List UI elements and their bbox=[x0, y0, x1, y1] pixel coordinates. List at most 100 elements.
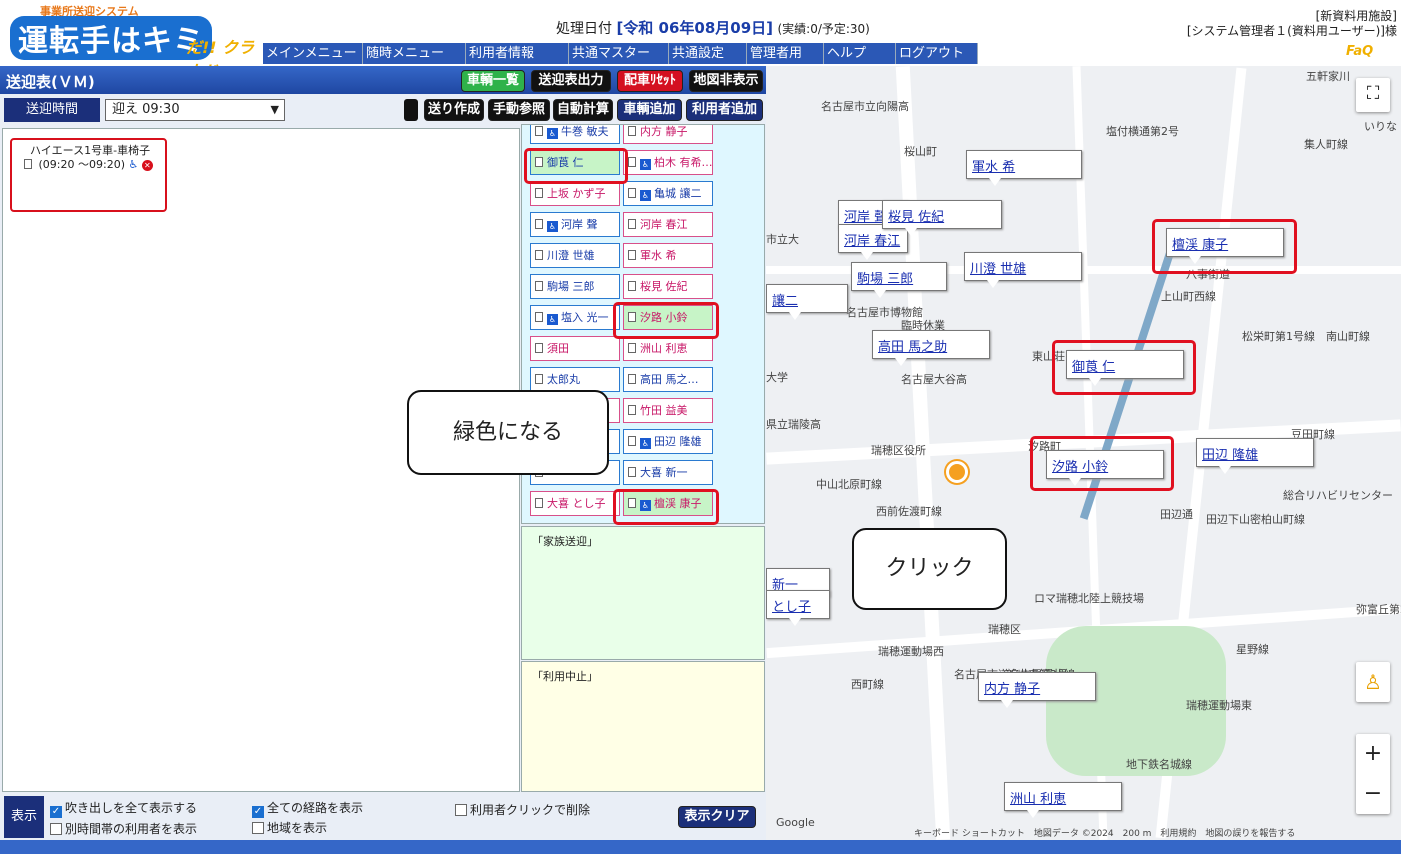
doc-icon bbox=[628, 126, 636, 136]
zoom-out-button[interactable]: − bbox=[1356, 774, 1390, 814]
delete-icon[interactable]: ✕ bbox=[141, 160, 153, 171]
doc-icon bbox=[628, 219, 636, 229]
user-cell[interactable]: 太郎丸 bbox=[530, 367, 620, 392]
highlight-user-dankei bbox=[613, 489, 719, 525]
cancel-section: 「利用中止」 bbox=[521, 661, 765, 792]
manual-ref-button[interactable]: 手動参照 bbox=[488, 99, 550, 121]
user-cell[interactable]: 須田 bbox=[530, 336, 620, 361]
doc-icon bbox=[535, 219, 543, 229]
user-cell[interactable]: 大喜 とし子 bbox=[530, 491, 620, 516]
menu-adhoc[interactable]: 随時メニュー bbox=[363, 43, 466, 64]
user-cell[interactable]: ♿ 田辺 隆雄 bbox=[623, 429, 713, 454]
cb-show-region-label: 地域を表示 bbox=[267, 821, 328, 835]
user-cell[interactable]: ♿ 亀城 讓二 bbox=[623, 181, 713, 206]
map-user-bubble[interactable]: 駒場 三郎 bbox=[851, 262, 947, 298]
menu-common-settings[interactable]: 共通設定 bbox=[669, 43, 747, 64]
user-cell[interactable]: 洲山 利恵 bbox=[623, 336, 713, 361]
user-cell[interactable]: 軍水 希 bbox=[623, 243, 713, 268]
check-icon[interactable]: ✓ bbox=[252, 806, 264, 818]
map-label: 市立大 bbox=[766, 233, 799, 246]
map-highlight-mikaya bbox=[1052, 340, 1196, 395]
user-cell[interactable]: 大喜 新一 bbox=[623, 460, 713, 485]
user-cell[interactable]: ♿ 牛巻 敏夫 bbox=[530, 125, 620, 144]
doc-icon bbox=[628, 374, 636, 384]
menu-admin[interactable]: 管理者用 bbox=[747, 43, 824, 64]
create-return-button[interactable]: 送り作成 bbox=[424, 99, 484, 121]
map-user-bubble[interactable]: 桜見 佐紀 bbox=[882, 200, 1002, 236]
cb-show-region[interactable]: 地域を表示 bbox=[252, 819, 327, 836]
hide-map-button[interactable]: 地図非表示 bbox=[689, 70, 763, 92]
user-cell[interactable]: ♿ 河岸 聲 bbox=[530, 212, 620, 237]
faq-icon[interactable]: FaQ bbox=[1346, 44, 1373, 59]
black-button[interactable] bbox=[404, 99, 418, 121]
user-cell[interactable]: 上坂 かず子 bbox=[530, 181, 620, 206]
fullscreen-icon[interactable]: ⛶ bbox=[1356, 78, 1390, 112]
cb-click-delete[interactable]: 利用者クリックで削除 bbox=[455, 801, 590, 818]
map-user-bubble[interactable]: 川澄 世雄 bbox=[964, 252, 1082, 288]
vehicle-card[interactable]: ハイエース1号車-車椅子 (09:20 ～09:20) ♿ ✕ bbox=[10, 138, 167, 212]
doc-icon bbox=[628, 281, 636, 291]
menu-common-master[interactable]: 共通マスター bbox=[569, 43, 669, 64]
user-cell[interactable]: 竹田 益美 bbox=[623, 398, 713, 423]
wheelchair-icon: ♿ bbox=[640, 190, 651, 201]
map-label: 松栄町第1号線 bbox=[1242, 330, 1315, 343]
zoom-in-button[interactable]: + bbox=[1356, 734, 1390, 774]
doc-icon bbox=[535, 281, 543, 291]
streetview-icon[interactable]: ♙ bbox=[1356, 662, 1390, 702]
doc-icon bbox=[628, 436, 636, 446]
cb-show-bubbles[interactable]: ✓ 吹き出しを全て表示する bbox=[50, 799, 197, 818]
user-cell[interactable]: 川澄 世雄 bbox=[530, 243, 620, 268]
vehicle-list-button[interactable]: 車輌一覧 bbox=[461, 70, 525, 92]
user-cell[interactable]: 高田 馬之… bbox=[623, 367, 713, 392]
map-user-bubble[interactable]: 軍水 希 bbox=[966, 150, 1082, 186]
cb-other-time[interactable]: 別時間帯の利用者を表示 bbox=[50, 820, 197, 837]
cb-click-delete-label: 利用者クリックで削除 bbox=[470, 803, 591, 817]
proc-counts: (実績:0/予定:30) bbox=[777, 22, 870, 36]
user-cell-name: 大喜 新一 bbox=[640, 466, 688, 479]
menu-main[interactable]: メインメニュー bbox=[263, 43, 363, 64]
map-user-bubble[interactable]: 高田 馬之助 bbox=[872, 330, 990, 366]
map-label: 南山町線 bbox=[1326, 330, 1370, 343]
add-vehicle-button[interactable]: 車輌追加 bbox=[617, 99, 682, 121]
map-label: 田辺下山密柏山町線 bbox=[1206, 513, 1305, 526]
user-cell[interactable]: ♿ 塩入 光一 bbox=[530, 305, 620, 330]
map-label: 瑞穂区役所 bbox=[871, 444, 926, 457]
cb-show-routes[interactable]: ✓ 全ての経路を表示 bbox=[252, 799, 363, 818]
menu-help[interactable]: ヘルプ bbox=[824, 43, 896, 64]
user-cell-name: 高田 馬之… bbox=[640, 373, 699, 386]
auto-calc-button[interactable]: 自動計算 bbox=[553, 99, 613, 121]
checkbox[interactable] bbox=[252, 822, 264, 834]
user-cell[interactable]: ♿ 柏木 有希… bbox=[623, 150, 713, 175]
schedule-output-button[interactable]: 送迎表出力 bbox=[531, 70, 611, 92]
check-icon[interactable]: ✓ bbox=[50, 806, 62, 818]
vehicle-time-range: (09:20 ～09:20) bbox=[38, 158, 125, 171]
menu-logout[interactable]: ログアウト bbox=[896, 43, 978, 64]
user-cell-name: 田辺 隆雄 bbox=[654, 435, 702, 448]
clear-display-button[interactable]: 表示クリア bbox=[678, 806, 756, 828]
time-select[interactable]: 迎え 09:30 ▼ bbox=[105, 99, 285, 121]
display-label: 表示 bbox=[4, 796, 44, 838]
dispatch-reset-button[interactable]: 配車ﾘｾｯﾄ bbox=[617, 70, 683, 92]
user-cell[interactable]: 内方 静子 bbox=[623, 125, 713, 144]
map-user-bubble[interactable]: とし子 bbox=[766, 590, 830, 626]
user-cell-name: 軍水 希 bbox=[640, 249, 677, 262]
user-cell[interactable]: 河岸 春江 bbox=[623, 212, 713, 237]
checkbox[interactable] bbox=[50, 823, 62, 835]
highlight-user-shioji bbox=[613, 302, 719, 339]
app-footer bbox=[0, 840, 1401, 854]
main-menu: メインメニュー 随時メニュー 利用者情報 共通マスター 共通設定 管理者用 ヘル… bbox=[263, 43, 978, 64]
map-user-bubble[interactable]: 讓二 bbox=[766, 284, 848, 320]
map-label: 地下鉄名城線 bbox=[1126, 758, 1192, 771]
map-user-bubble[interactable]: 内方 静子 bbox=[978, 672, 1096, 708]
user-cell[interactable]: 駒場 三郎 bbox=[530, 274, 620, 299]
map-label: 瑞穂運動場東 bbox=[1186, 699, 1252, 712]
add-user-button[interactable]: 利用者追加 bbox=[686, 99, 763, 121]
facility-marker-icon[interactable] bbox=[946, 461, 968, 483]
user-cell[interactable]: 桜見 佐紀 bbox=[623, 274, 713, 299]
doc-icon bbox=[535, 343, 543, 353]
app-logo[interactable]: 事業所送迎システム 運転手はキミ だ!! クラウド bbox=[4, 2, 256, 81]
map-user-bubble[interactable]: 田辺 隆雄 bbox=[1196, 438, 1314, 474]
map-user-bubble[interactable]: 洲山 利恵 bbox=[1004, 782, 1122, 818]
checkbox[interactable] bbox=[455, 804, 467, 816]
menu-users[interactable]: 利用者情報 bbox=[466, 43, 569, 64]
